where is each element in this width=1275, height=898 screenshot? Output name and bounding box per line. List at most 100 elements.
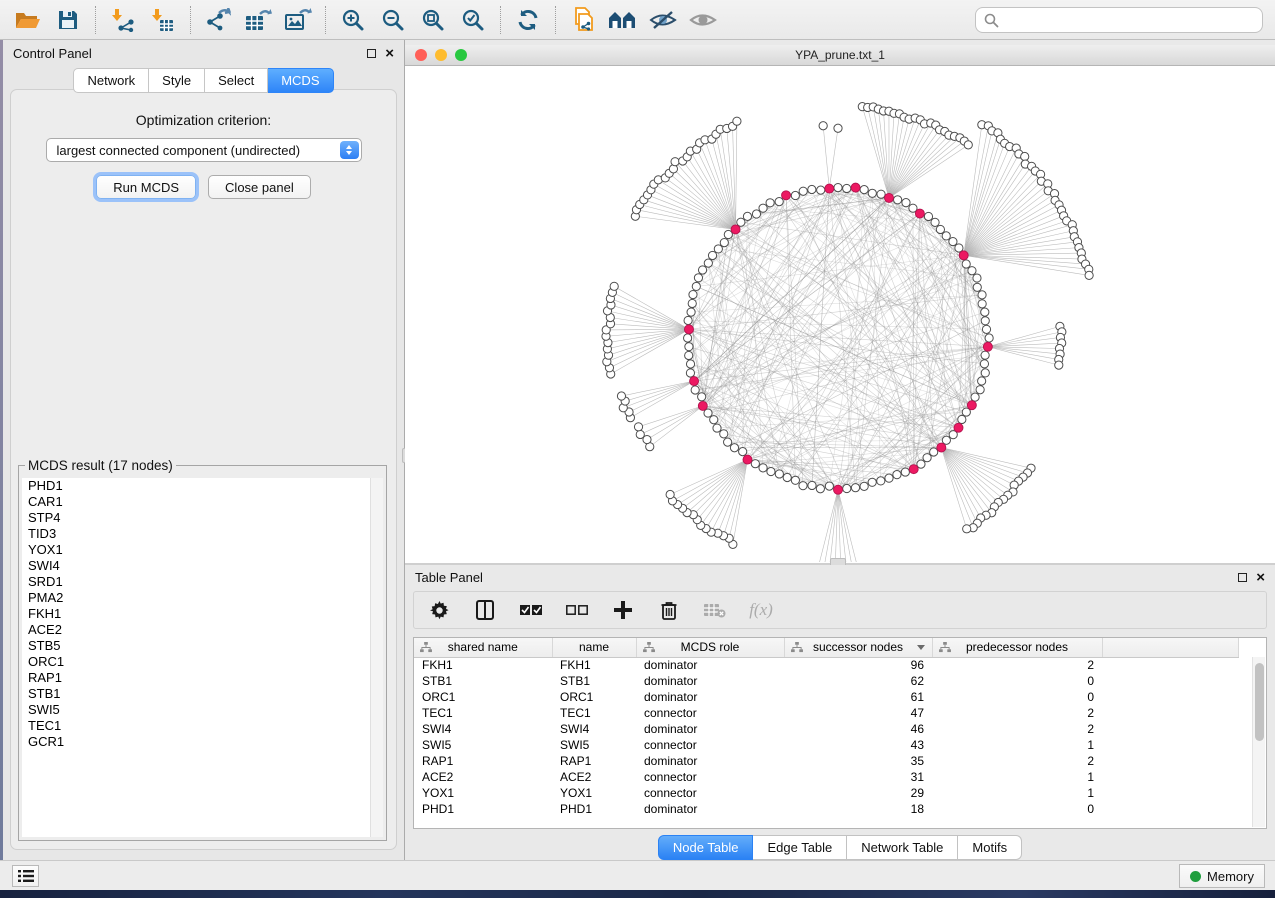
- cell-predecessor-nodes[interactable]: 2: [932, 657, 1102, 673]
- export-image-button[interactable]: [278, 3, 318, 37]
- network-graph[interactable]: [405, 66, 1275, 562]
- tab-node-table[interactable]: Node Table: [658, 835, 754, 860]
- delete-column-button[interactable]: [658, 597, 680, 623]
- mcds-result-item[interactable]: STP4: [22, 510, 383, 526]
- tab-network[interactable]: Network: [73, 68, 149, 93]
- mcds-result-item[interactable]: ORC1: [22, 654, 383, 670]
- cell-predecessor-nodes[interactable]: 0: [932, 673, 1102, 689]
- float-table-panel-icon[interactable]: [1238, 573, 1247, 582]
- unselect-all-columns-button[interactable]: [566, 597, 588, 623]
- cell-MCDS-role[interactable]: connector: [636, 769, 784, 785]
- column-header-name[interactable]: name: [552, 638, 636, 657]
- mcds-result-item[interactable]: ACE2: [22, 622, 383, 638]
- new-network-from-selection-button[interactable]: [563, 3, 603, 37]
- import-table-button[interactable]: [143, 3, 183, 37]
- cell-successor-nodes[interactable]: 47: [784, 705, 932, 721]
- search-input[interactable]: [1005, 12, 1254, 29]
- cell-shared-name[interactable]: STB1: [414, 673, 552, 689]
- mcds-list-scrollbar[interactable]: [370, 478, 383, 837]
- cell-name[interactable]: STB1: [552, 673, 636, 689]
- table-settings-button[interactable]: [428, 597, 450, 623]
- mcds-result-item[interactable]: TEC1: [22, 718, 383, 734]
- close-panel-icon[interactable]: ×: [385, 49, 394, 58]
- cell-predecessor-nodes[interactable]: 1: [932, 737, 1102, 753]
- show-columns-button[interactable]: [474, 597, 496, 623]
- table-row[interactable]: SWI5SWI5connector431: [414, 737, 1238, 753]
- first-neighbors-button[interactable]: [603, 3, 643, 37]
- select-all-columns-button[interactable]: [520, 597, 542, 623]
- zoom-fit-button[interactable]: [413, 3, 453, 37]
- mcds-result-item[interactable]: RAP1: [22, 670, 383, 686]
- zoom-out-button[interactable]: [373, 3, 413, 37]
- cell-predecessor-nodes[interactable]: 0: [932, 801, 1102, 817]
- cell-successor-nodes[interactable]: 46: [784, 721, 932, 737]
- mcds-result-item[interactable]: SWI5: [22, 702, 383, 718]
- table-row[interactable]: PHD1PHD1dominator180: [414, 801, 1238, 817]
- mcds-result-item[interactable]: PMA2: [22, 590, 383, 606]
- cell-successor-nodes[interactable]: 43: [784, 737, 932, 753]
- cell-successor-nodes[interactable]: 61: [784, 689, 932, 705]
- zoom-selected-button[interactable]: [453, 3, 493, 37]
- cell-shared-name[interactable]: ORC1: [414, 689, 552, 705]
- cell-MCDS-role[interactable]: connector: [636, 785, 784, 801]
- table-row[interactable]: ORC1ORC1dominator610: [414, 689, 1238, 705]
- save-session-button[interactable]: [48, 3, 88, 37]
- cell-predecessor-nodes[interactable]: 0: [932, 689, 1102, 705]
- cell-predecessor-nodes[interactable]: 1: [932, 785, 1102, 801]
- cell-shared-name[interactable]: YOX1: [414, 785, 552, 801]
- memory-button[interactable]: Memory: [1179, 864, 1265, 888]
- cell-successor-nodes[interactable]: 29: [784, 785, 932, 801]
- tab-edge-table[interactable]: Edge Table: [753, 835, 847, 860]
- export-network-button[interactable]: [198, 3, 238, 37]
- mcds-result-list[interactable]: PHD1CAR1STP4TID3YOX1SWI4SRD1PMA2FKH1ACE2…: [22, 478, 383, 837]
- cell-successor-nodes[interactable]: 62: [784, 673, 932, 689]
- tab-mcds[interactable]: MCDS: [268, 68, 333, 93]
- cell-successor-nodes[interactable]: 31: [784, 769, 932, 785]
- cell-shared-name[interactable]: ACE2: [414, 769, 552, 785]
- mcds-result-item[interactable]: SRD1: [22, 574, 383, 590]
- tab-motifs[interactable]: Motifs: [958, 835, 1022, 860]
- cell-MCDS-role[interactable]: dominator: [636, 721, 784, 737]
- table-scrollbar-thumb[interactable]: [1255, 663, 1264, 741]
- cell-name[interactable]: FKH1: [552, 657, 636, 673]
- cell-shared-name[interactable]: TEC1: [414, 705, 552, 721]
- mcds-result-item[interactable]: CAR1: [22, 494, 383, 510]
- search-box[interactable]: [975, 7, 1263, 33]
- network-canvas[interactable]: [405, 66, 1275, 562]
- cell-shared-name[interactable]: SWI4: [414, 721, 552, 737]
- cell-predecessor-nodes[interactable]: 2: [932, 721, 1102, 737]
- run-mcds-button[interactable]: Run MCDS: [96, 175, 196, 199]
- cell-MCDS-role[interactable]: connector: [636, 737, 784, 753]
- optimization-select[interactable]: largest connected component (undirected): [46, 138, 362, 162]
- tab-select[interactable]: Select: [205, 68, 268, 93]
- table-row[interactable]: STB1STB1dominator620: [414, 673, 1238, 689]
- cell-MCDS-role[interactable]: dominator: [636, 689, 784, 705]
- mcds-result-item[interactable]: TID3: [22, 526, 383, 542]
- cell-predecessor-nodes[interactable]: 1: [932, 769, 1102, 785]
- table-row[interactable]: RAP1RAP1dominator352: [414, 753, 1238, 769]
- table-row[interactable]: FKH1FKH1dominator962: [414, 657, 1238, 673]
- table-scrollbar[interactable]: [1252, 657, 1265, 827]
- mcds-result-item[interactable]: YOX1: [22, 542, 383, 558]
- cell-name[interactable]: ORC1: [552, 689, 636, 705]
- apply-layout-button[interactable]: [508, 3, 548, 37]
- export-table-button[interactable]: [238, 3, 278, 37]
- cell-MCDS-role[interactable]: dominator: [636, 801, 784, 817]
- cell-successor-nodes[interactable]: 35: [784, 753, 932, 769]
- mcds-result-item[interactable]: STB5: [22, 638, 383, 654]
- float-panel-icon[interactable]: [367, 49, 376, 58]
- import-network-button[interactable]: [103, 3, 143, 37]
- mcds-result-item[interactable]: GCR1: [22, 734, 383, 750]
- cell-name[interactable]: RAP1: [552, 753, 636, 769]
- cell-name[interactable]: TEC1: [552, 705, 636, 721]
- close-panel-button[interactable]: Close panel: [208, 175, 311, 199]
- column-header-successor-nodes[interactable]: successor nodes: [784, 638, 932, 657]
- cell-MCDS-role[interactable]: connector: [636, 705, 784, 721]
- node-table-grid[interactable]: shared namenameMCDS rolesuccessor nodesp…: [414, 638, 1239, 817]
- mcds-result-item[interactable]: SWI4: [22, 558, 383, 574]
- cell-shared-name[interactable]: PHD1: [414, 801, 552, 817]
- hide-selected-button[interactable]: [643, 3, 683, 37]
- network-titlebar[interactable]: YPA_prune.txt_1: [405, 45, 1275, 66]
- table-row[interactable]: TEC1TEC1connector472: [414, 705, 1238, 721]
- task-history-button[interactable]: [12, 865, 39, 887]
